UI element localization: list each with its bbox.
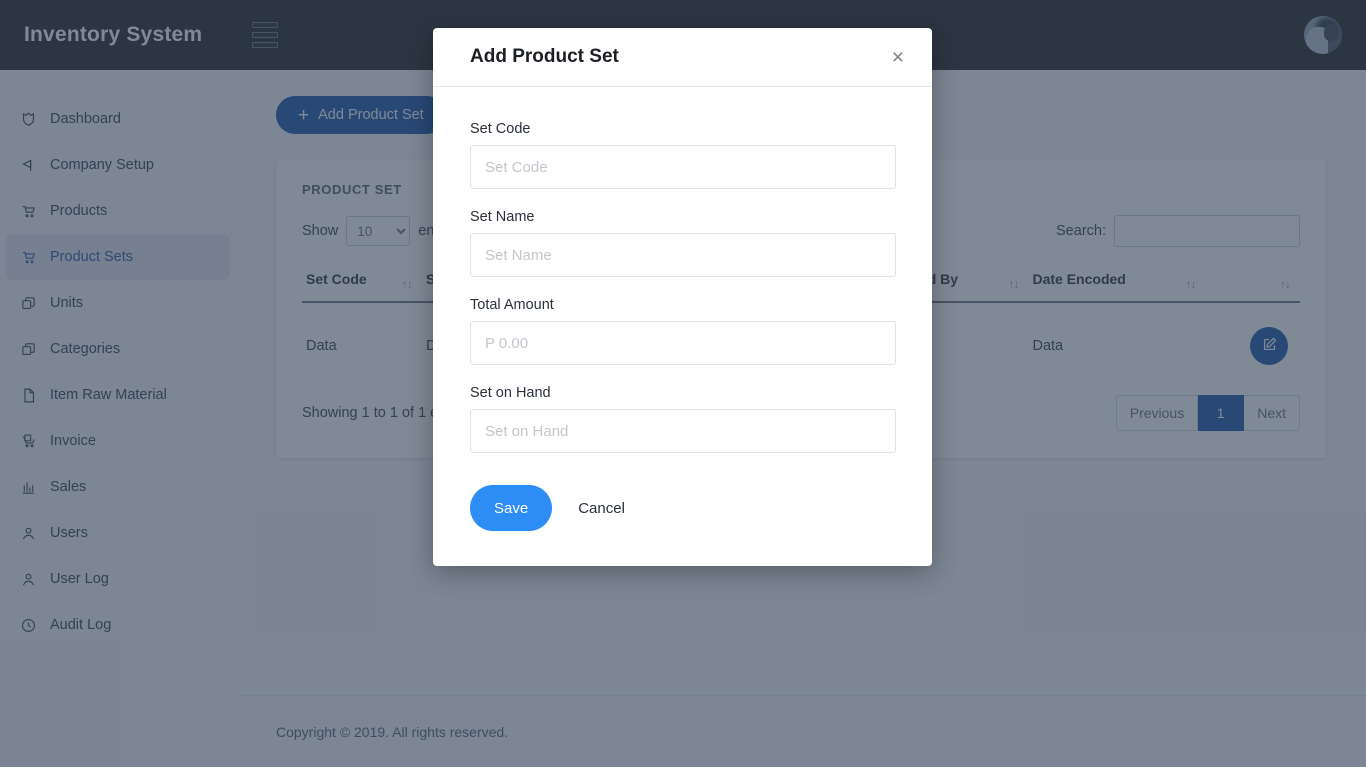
field-label: Set Code <box>470 121 531 137</box>
input-set-code[interactable] <box>470 145 896 189</box>
form-field: Set on Hand <box>470 385 896 453</box>
field-label: Set on Hand <box>470 385 551 401</box>
modal-title: Add Product Set <box>470 46 619 67</box>
save-button[interactable]: Save <box>470 485 553 531</box>
input-total-amount[interactable] <box>470 321 896 365</box>
field-label: Total Amount <box>470 297 554 313</box>
cancel-button[interactable]: Cancel <box>576 496 627 521</box>
form-field: Set Name <box>470 209 896 277</box>
modal-actions: Save Cancel <box>433 473 932 566</box>
modal-header: Add Product Set × <box>433 28 932 87</box>
form-field: Total Amount <box>470 297 896 365</box>
input-set-on-hand[interactable] <box>470 409 896 453</box>
field-label: Set Name <box>470 209 535 225</box>
add-product-set-modal: Add Product Set × Set Code Set Name Total … <box>433 28 932 566</box>
form-field: Set Code <box>470 121 896 189</box>
input-set-name[interactable] <box>470 233 896 277</box>
modal-body: Set Code Set Name Total Amount Set on Hand <box>433 87 932 453</box>
close-icon[interactable]: × <box>886 43 910 72</box>
